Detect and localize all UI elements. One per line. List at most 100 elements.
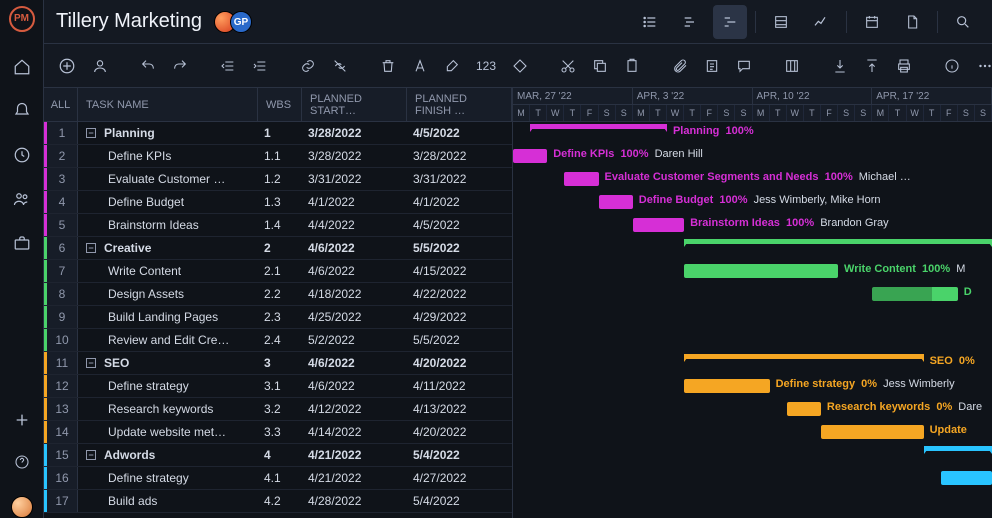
people-icon[interactable] — [13, 190, 31, 208]
task-name-cell[interactable]: −Creative — [78, 237, 258, 259]
gantt-view-button[interactable] — [713, 5, 747, 39]
grid-row[interactable]: 11−SEO34/6/20224/20/2022 — [44, 352, 512, 375]
bullet-list-view-button[interactable] — [633, 5, 667, 39]
attach-button[interactable] — [672, 58, 688, 74]
collapse-icon[interactable]: − — [86, 128, 96, 138]
link-button[interactable] — [300, 58, 316, 74]
grid-row[interactable]: 4Define Budget1.34/1/20224/1/2022 — [44, 191, 512, 214]
collapse-icon[interactable]: − — [86, 358, 96, 368]
grid-row[interactable]: 10Review and Edit Cre…2.45/2/20225/5/202… — [44, 329, 512, 352]
task-bar[interactable] — [633, 218, 684, 232]
note-button[interactable] — [704, 58, 720, 74]
comment-button[interactable] — [736, 58, 752, 74]
task-bar[interactable] — [787, 402, 821, 416]
home-icon[interactable] — [13, 58, 31, 76]
grid-row[interactable]: 5Brainstorm Ideas1.44/4/20224/5/2022 — [44, 214, 512, 237]
help-icon[interactable] — [14, 454, 30, 470]
cut-button[interactable] — [560, 58, 576, 74]
grid-row[interactable]: 8Design Assets2.24/18/20224/22/2022 — [44, 283, 512, 306]
trash-button[interactable] — [380, 58, 396, 74]
grid-row[interactable]: 17Build ads4.24/28/20225/4/2022 — [44, 490, 512, 513]
task-name-cell[interactable]: −SEO — [78, 352, 258, 374]
plus-button[interactable] — [58, 57, 76, 75]
grid-row[interactable]: 6−Creative24/6/20225/5/2022 — [44, 237, 512, 260]
grid-row[interactable]: 9Build Landing Pages2.34/25/20224/29/202… — [44, 306, 512, 329]
task-name-cell[interactable]: Define Budget — [78, 191, 258, 213]
import-button[interactable] — [832, 58, 848, 74]
unlink-button[interactable] — [332, 58, 348, 74]
document-view-button[interactable] — [895, 5, 929, 39]
grid-row[interactable]: 7Write Content2.14/6/20224/15/2022 — [44, 260, 512, 283]
summary-bar[interactable] — [530, 124, 667, 129]
more-button[interactable] — [976, 57, 992, 75]
col-planned-start[interactable]: PLANNED START… — [302, 88, 407, 121]
task-name-cell[interactable]: Write Content — [78, 260, 258, 282]
table-view-button[interactable] — [764, 5, 798, 39]
add-icon[interactable] — [14, 412, 30, 428]
grid-row[interactable]: 2Define KPIs1.13/28/20223/28/2022 — [44, 145, 512, 168]
task-name-cell[interactable]: Build Landing Pages — [78, 306, 258, 328]
undo-button[interactable] — [140, 58, 156, 74]
task-name-cell[interactable]: −Adwords — [78, 444, 258, 466]
task-name-cell[interactable]: Research keywords — [78, 398, 258, 420]
col-all[interactable]: ALL — [44, 88, 78, 121]
copy-button[interactable] — [592, 58, 608, 74]
summary-bar[interactable] — [924, 446, 992, 451]
indent-button[interactable] — [252, 58, 268, 74]
collaborators[interactable]: GP — [214, 11, 252, 33]
info-button[interactable] — [944, 58, 960, 74]
task-bar[interactable] — [599, 195, 633, 209]
collapse-icon[interactable]: − — [86, 243, 96, 253]
grid-row[interactable]: 13Research keywords3.24/12/20224/13/2022 — [44, 398, 512, 421]
col-planned-finish[interactable]: PLANNED FINISH … — [407, 88, 512, 121]
task-bar[interactable] — [684, 379, 770, 393]
task-name-cell[interactable]: Evaluate Customer … — [78, 168, 258, 190]
redo-button[interactable] — [172, 58, 188, 74]
diamond-button[interactable] — [512, 58, 528, 74]
font-button[interactable] — [412, 58, 428, 74]
chart-line-view-button[interactable] — [804, 5, 838, 39]
task-name-cell[interactable]: Brainstorm Ideas — [78, 214, 258, 236]
timeline-view-button[interactable] — [673, 5, 707, 39]
task-name-cell[interactable]: Build ads — [78, 490, 258, 512]
grid-row[interactable]: 16Define strategy4.14/21/20224/27/2022 — [44, 467, 512, 490]
task-bar[interactable] — [821, 425, 924, 439]
bell-icon[interactable] — [13, 102, 31, 120]
calendar-view-button[interactable] — [855, 5, 889, 39]
grid-row[interactable]: 1−Planning13/28/20224/5/2022 — [44, 122, 512, 145]
task-name-cell[interactable]: Define strategy — [78, 375, 258, 397]
paint-button[interactable] — [444, 58, 460, 74]
collapse-icon[interactable]: − — [86, 450, 96, 460]
current-user-avatar[interactable] — [11, 496, 33, 518]
grid-row[interactable]: 14Update website met…3.34/14/20224/20/20… — [44, 421, 512, 444]
print-button[interactable] — [896, 58, 912, 74]
task-bar[interactable] — [941, 471, 992, 485]
search-button[interactable] — [946, 5, 980, 39]
clock-icon[interactable] — [13, 146, 31, 164]
grid-row[interactable]: 15−Adwords44/21/20225/4/2022 — [44, 444, 512, 467]
export-button[interactable] — [864, 58, 880, 74]
task-name-cell[interactable]: Define strategy — [78, 467, 258, 489]
planned-finish-cell: 5/4/2022 — [407, 490, 512, 512]
grid-row[interactable]: 12Define strategy3.14/6/20224/11/2022 — [44, 375, 512, 398]
outdent-button[interactable] — [220, 58, 236, 74]
task-name-cell[interactable]: −Planning — [78, 122, 258, 144]
grid-row[interactable]: 3Evaluate Customer …1.23/31/20223/31/202… — [44, 168, 512, 191]
task-bar[interactable] — [564, 172, 598, 186]
briefcase-icon[interactable] — [13, 234, 31, 252]
task-bar[interactable] — [513, 149, 547, 163]
paste-button[interactable] — [624, 58, 640, 74]
summary-bar[interactable] — [684, 239, 992, 244]
task-name-cell[interactable]: Review and Edit Cre… — [78, 329, 258, 351]
task-bar[interactable] — [872, 287, 958, 301]
columns-button[interactable] — [784, 58, 800, 74]
col-name[interactable]: TASK NAME — [78, 88, 258, 121]
task-name-cell[interactable]: Define KPIs — [78, 145, 258, 167]
task-name-cell[interactable]: Update website met… — [78, 421, 258, 443]
task-bar[interactable] — [684, 264, 838, 278]
task-name-cell[interactable]: Design Assets — [78, 283, 258, 305]
user-button[interactable] — [92, 58, 108, 74]
col-wbs[interactable]: WBS — [258, 88, 302, 121]
summary-bar[interactable] — [684, 354, 924, 359]
number-format-button[interactable]: 123 — [476, 59, 496, 73]
